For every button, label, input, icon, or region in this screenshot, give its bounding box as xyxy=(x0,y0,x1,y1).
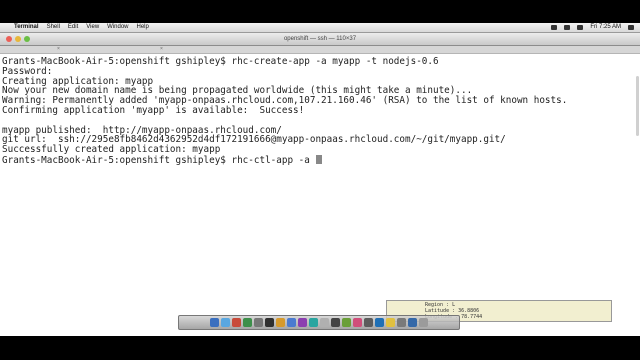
dock xyxy=(178,315,460,330)
dock-app-icon[interactable] xyxy=(287,318,296,327)
terminal-line: Confirming application 'myapp' is availa… xyxy=(2,104,305,116)
dock-app-icon[interactable] xyxy=(265,318,274,327)
dock-app-icon[interactable] xyxy=(232,318,241,327)
dock-app-icon[interactable] xyxy=(320,318,329,327)
dock-app-icon[interactable] xyxy=(419,318,428,327)
desktop-screen: Terminal Shell Edit View Window Help Fri… xyxy=(0,23,640,336)
terminal-line: Successfully created application: myapp xyxy=(2,144,221,156)
dock-app-icon[interactable] xyxy=(221,318,230,327)
tab-close-icon[interactable]: × xyxy=(57,47,62,52)
dock-app-icon[interactable] xyxy=(331,318,340,327)
menu-view[interactable]: View xyxy=(86,23,99,32)
dock-app-icon[interactable] xyxy=(309,318,318,327)
dock-app-icon[interactable] xyxy=(386,318,395,327)
menu-window[interactable]: Window xyxy=(107,23,128,32)
terminal-line: Grants-MacBook-Air-5:openshift gshipley$… xyxy=(2,56,439,67)
text-cursor xyxy=(316,154,323,164)
dock-app-icon[interactable] xyxy=(210,318,219,327)
terminal-prompt-text: Grants-MacBook-Air-5:openshift gshipley$… xyxy=(2,154,316,166)
battery-icon[interactable] xyxy=(577,25,584,30)
volume-icon[interactable] xyxy=(564,25,571,30)
dock-app-icon[interactable] xyxy=(408,318,417,327)
dock-app-icon[interactable] xyxy=(375,318,384,327)
terminal-prompt-line[interactable]: Grants-MacBook-Air-5:openshift gshipley$… xyxy=(2,154,640,166)
spotlight-search-icon[interactable] xyxy=(628,25,634,30)
dock-app-icon[interactable] xyxy=(364,318,373,327)
terminal-output[interactable]: Grants-MacBook-Air-5:openshift gshipley$… xyxy=(0,54,640,336)
menu-terminal[interactable]: Terminal xyxy=(14,23,39,32)
dock-app-icon[interactable] xyxy=(254,318,263,327)
menu-help[interactable]: Help xyxy=(137,23,149,32)
dock-app-icon[interactable] xyxy=(243,318,252,327)
terminal-scrollbar[interactable] xyxy=(636,76,639,136)
terminal-window: openshift — ssh — 110×37 × × Grants-MacB… xyxy=(0,33,640,336)
wifi-icon[interactable] xyxy=(551,25,558,30)
tab-marker-icon[interactable]: × xyxy=(160,47,165,52)
window-titlebar[interactable]: openshift — ssh — 110×37 xyxy=(0,33,640,46)
dock-app-icon[interactable] xyxy=(298,318,307,327)
dock-app-icon[interactable] xyxy=(342,318,351,327)
window-title: openshift — ssh — 110×37 xyxy=(283,36,357,42)
dock-app-icon[interactable] xyxy=(397,318,406,327)
menubar-clock[interactable]: Fri 7:25 AM xyxy=(590,23,621,32)
dock-app-icon[interactable] xyxy=(276,318,285,327)
menu-bar: Terminal Shell Edit View Window Help Fri… xyxy=(0,23,640,33)
terminal-tab-bar: × × xyxy=(0,46,640,54)
menu-edit[interactable]: Edit xyxy=(68,23,78,32)
dock-app-icon[interactable] xyxy=(353,318,362,327)
menu-shell[interactable]: Shell xyxy=(47,23,60,32)
